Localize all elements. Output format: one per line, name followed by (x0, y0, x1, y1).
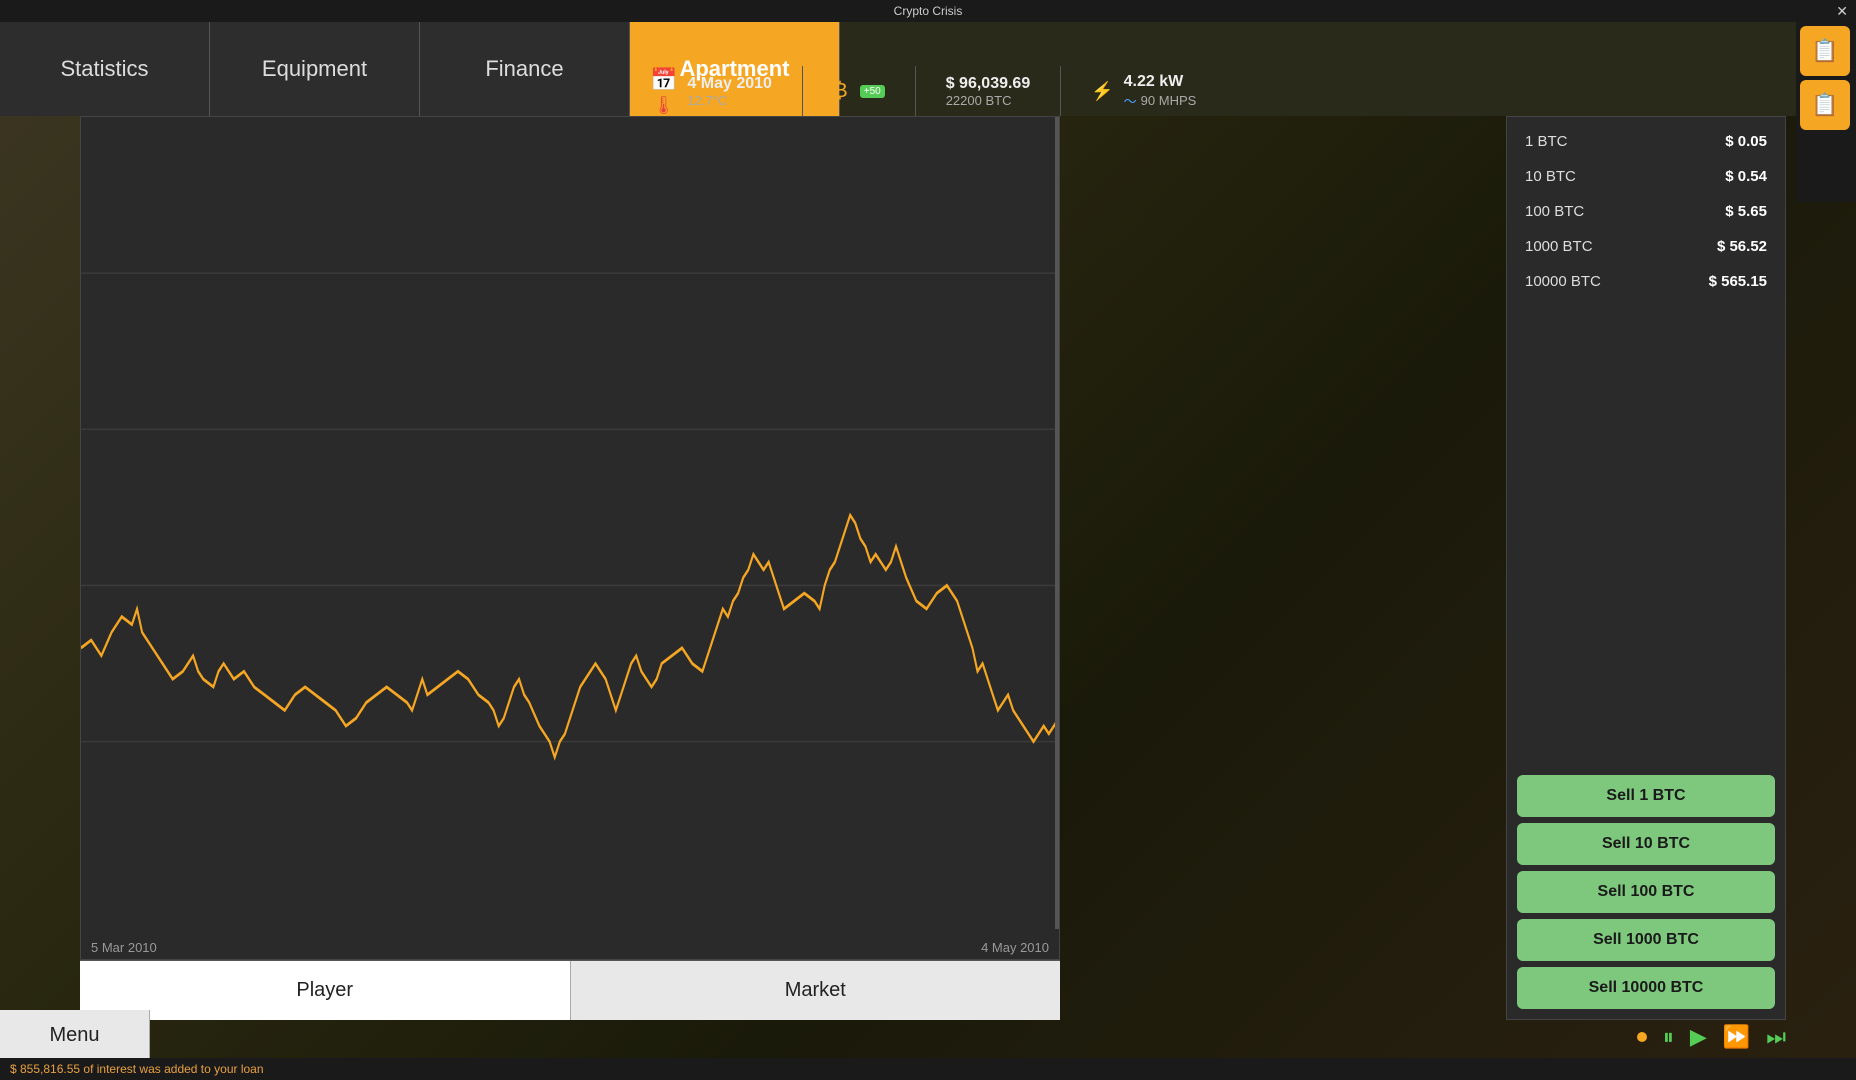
tab-player[interactable]: Player (80, 961, 571, 1020)
price-chart (81, 117, 1059, 929)
sell-1btc-button[interactable]: Sell 1 BTC (1517, 775, 1775, 817)
balance-text: $ 96,039.69 22200 BTC (946, 75, 1031, 108)
notebook-icon-1: 📋 (1811, 38, 1838, 64)
status-message-bar: $ 855,816.55 of interest was added to yo… (0, 1058, 1856, 1080)
playback-controls: ⏸ ▶ ⏩ ⏭ (1637, 1024, 1786, 1050)
price-row-100btc: 100 BTC $ 5.65 (1517, 197, 1775, 226)
close-button[interactable]: ✕ (1836, 3, 1848, 20)
tab-bar: Statistics Equipment Finance Apartment 📅… (0, 22, 1856, 116)
status-btc: ₿ +50 (833, 80, 885, 103)
sell-100btc-button[interactable]: Sell 100 BTC (1517, 871, 1775, 913)
main-content: 5 Mar 2010 4 May 2010 Player Market (80, 116, 1060, 1020)
pause-button[interactable]: ⏸ (1663, 1024, 1674, 1050)
tab-equipment[interactable]: Equipment (210, 22, 420, 116)
price-row-10000btc: 10000 BTC $ 565.15 (1517, 267, 1775, 296)
chart-date-start: 5 Mar 2010 (91, 940, 157, 955)
sell-10000btc-button[interactable]: Sell 10000 BTC (1517, 967, 1775, 1009)
right-panel: 1 BTC $ 0.05 10 BTC $ 0.54 100 BTC $ 5.6… (1506, 116, 1786, 1020)
tab-finance[interactable]: Finance (420, 22, 630, 116)
lightning-icon: ⚡ (1091, 81, 1113, 102)
action-buttons: 📋 📋 (1796, 22, 1856, 202)
price-row-10btc: 10 BTC $ 0.54 (1517, 162, 1775, 191)
chart-divider (1055, 117, 1059, 929)
tab-market[interactable]: Market (571, 961, 1061, 1020)
status-bar: 📅 🌡 4 May 2010 12.7°C ₿ +50 $ 96,039.69 … (630, 44, 1796, 138)
menu-button[interactable]: Menu (0, 1010, 150, 1060)
status-balance: $ 96,039.69 22200 BTC (946, 75, 1031, 108)
status-datetime: 📅 🌡 4 May 2010 12.7°C (650, 67, 772, 116)
sell-1000btc-button[interactable]: Sell 1000 BTC (1517, 919, 1775, 961)
power-text: 4.22 kW 〜 90 MHPS (1124, 73, 1197, 110)
notebook-button-1[interactable]: 📋 (1800, 26, 1850, 76)
bottom-tabs: Player Market (80, 960, 1060, 1020)
hash-icon: 〜 (1124, 91, 1137, 110)
playback-dot (1637, 1032, 1647, 1042)
skip-forward-button[interactable]: ⏭ (1766, 1024, 1786, 1050)
notebook-icon-2: 📋 (1811, 92, 1838, 118)
price-row-1000btc: 1000 BTC $ 56.52 (1517, 232, 1775, 261)
temp-icon: 🌡 (652, 95, 675, 116)
calendar-icon: 📅 (650, 67, 677, 93)
separator-1 (802, 66, 803, 116)
tab-statistics[interactable]: Statistics (0, 22, 210, 116)
title-bar: Crypto Crisis ✕ (0, 0, 1856, 22)
separator-2 (915, 66, 916, 116)
notebook-button-2[interactable]: 📋 (1800, 80, 1850, 130)
status-power: ⚡ 4.22 kW 〜 90 MHPS (1091, 73, 1196, 110)
app-title: Crypto Crisis (894, 4, 963, 18)
btc-badge: +50 (860, 85, 885, 98)
btc-icon: ₿ (833, 80, 848, 103)
sell-buttons-group: Sell 1 BTC Sell 10 BTC Sell 100 BTC Sell… (1517, 775, 1775, 1009)
datetime-text: 4 May 2010 12.7°C (687, 75, 772, 108)
chart-container: 5 Mar 2010 4 May 2010 (80, 116, 1060, 960)
chart-date-end: 4 May 2010 (981, 940, 1049, 955)
separator-3 (1060, 66, 1061, 116)
play-button[interactable]: ▶ (1690, 1024, 1707, 1050)
fast-forward-button[interactable]: ⏩ (1723, 1024, 1750, 1050)
sell-10btc-button[interactable]: Sell 10 BTC (1517, 823, 1775, 865)
